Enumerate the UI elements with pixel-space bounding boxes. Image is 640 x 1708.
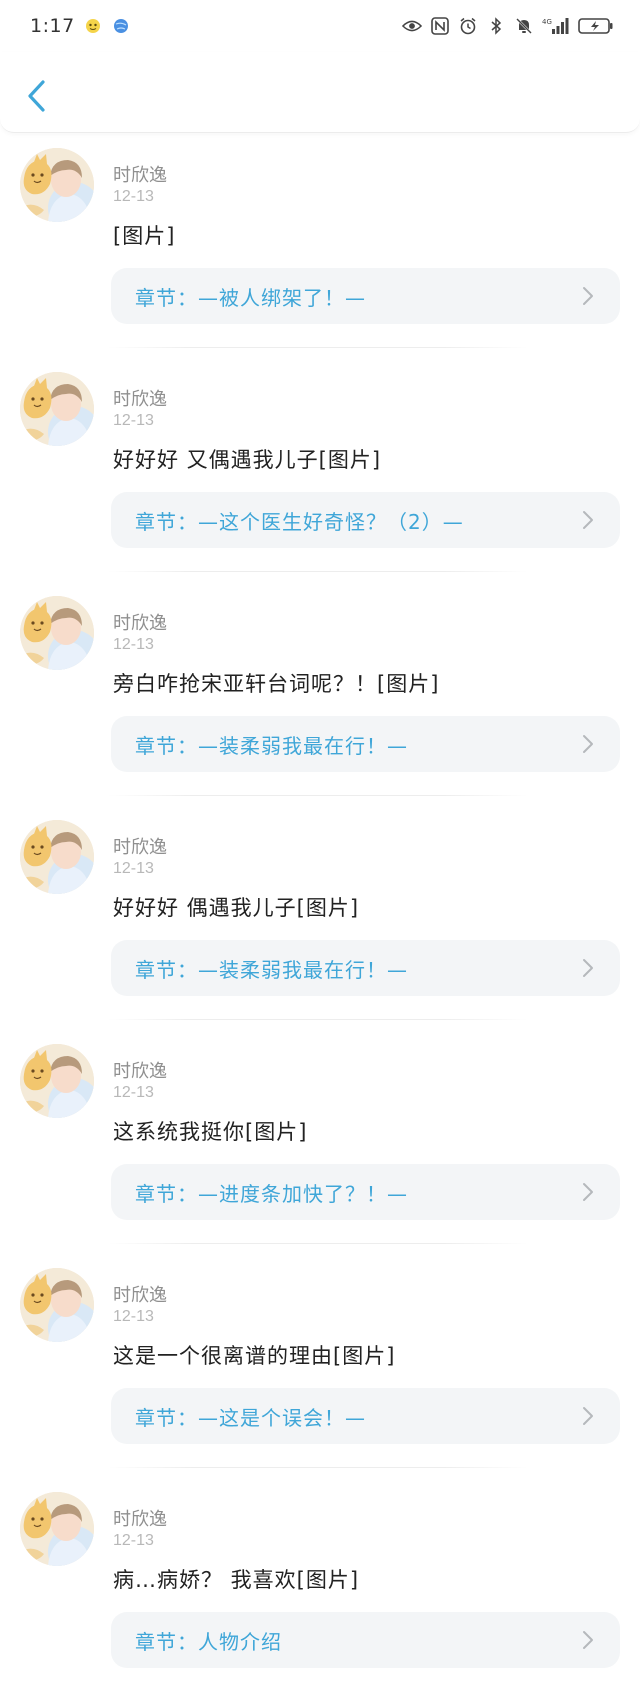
chevron-right-icon <box>580 1630 596 1650</box>
eye-icon <box>402 16 422 36</box>
comment-text: [图片] <box>113 224 176 248</box>
comment-author[interactable]: 时欣逸 <box>113 161 167 187</box>
avatar[interactable] <box>20 596 94 670</box>
comment-text: 病…病娇？ 我喜欢[图片] <box>113 1568 360 1592</box>
chapter-label: 章节：—装柔弱我最在行！— <box>135 957 408 982</box>
nfc-icon <box>430 16 450 36</box>
chapter-link[interactable]: 章节：—装柔弱我最在行！— <box>111 716 620 772</box>
chapter-link[interactable]: 章节：人物介绍 <box>111 1612 620 1668</box>
divider <box>108 1243 528 1244</box>
signal-icon: 4G <box>542 16 570 36</box>
comment-author[interactable]: 时欣逸 <box>113 1505 167 1531</box>
status-right: 4G <box>402 16 614 36</box>
bluetooth-icon <box>486 16 506 36</box>
comment-text: 好好好 偶遇我儿子[图片] <box>113 896 360 920</box>
chevron-left-icon <box>28 80 45 112</box>
chapter-link[interactable]: 章节：—进度条加快了？！— <box>111 1164 620 1220</box>
comment-date: 12-13 <box>113 1084 154 1101</box>
avatar[interactable] <box>20 820 94 894</box>
avatar[interactable] <box>20 148 94 222</box>
comment-date: 12-13 <box>113 412 154 429</box>
chevron-right-icon <box>580 510 596 530</box>
chapter-link[interactable]: 章节：—装柔弱我最在行！— <box>111 940 620 996</box>
comment-author[interactable]: 时欣逸 <box>113 385 167 411</box>
chapter-label: 章节：人物介绍 <box>135 1629 282 1654</box>
globe-icon <box>111 16 131 36</box>
divider <box>108 795 528 796</box>
divider <box>108 1019 528 1020</box>
chapter-link[interactable]: 章节：—这个医生好奇怪？（2）— <box>111 492 620 548</box>
avatar[interactable] <box>20 1268 94 1342</box>
comment-item: 时欣逸 12-13 好好好 又偶遇我儿子[图片] 章节：—这个医生好奇怪？（2）… <box>0 364 640 588</box>
chevron-right-icon <box>580 1182 596 1202</box>
mute-icon <box>514 16 534 36</box>
chapter-label: 章节：—进度条加快了？！— <box>135 1181 408 1206</box>
face-icon <box>83 16 103 36</box>
comment-item: 时欣逸 12-13 [图片] 章节：—被人绑架了！— <box>0 140 640 364</box>
comment-text: 好好好 又偶遇我儿子[图片] <box>113 448 382 472</box>
avatar[interactable] <box>20 1492 94 1566</box>
comment-text: 这系统我挺你[图片] <box>113 1120 308 1144</box>
divider <box>108 1467 528 1468</box>
comment-date: 12-13 <box>113 860 154 877</box>
comment-date: 12-13 <box>113 636 154 653</box>
status-time: 1:17 <box>30 15 75 37</box>
avatar[interactable] <box>20 1044 94 1118</box>
chevron-right-icon <box>580 286 596 306</box>
comment-author[interactable]: 时欣逸 <box>113 1057 167 1083</box>
divider <box>108 347 528 348</box>
comment-item: 时欣逸 12-13 旁白咋抢宋亚轩台词呢？！[图片] 章节：—装柔弱我最在行！— <box>0 588 640 812</box>
comment-date: 12-13 <box>113 188 154 205</box>
chevron-right-icon <box>580 958 596 978</box>
comment-date: 12-13 <box>113 1532 154 1549</box>
comment-author[interactable]: 时欣逸 <box>113 609 167 635</box>
back-button[interactable] <box>20 76 52 116</box>
comment-item: 时欣逸 12-13 好好好 偶遇我儿子[图片] 章节：—装柔弱我最在行！— <box>0 812 640 1036</box>
chapter-label: 章节：—被人绑架了！— <box>135 285 366 310</box>
chapter-link[interactable]: 章节：—被人绑架了！— <box>111 268 620 324</box>
chevron-right-icon <box>580 1406 596 1426</box>
divider <box>108 571 528 572</box>
network-label: 4G <box>542 18 552 26</box>
comment-item: 时欣逸 12-13 这系统我挺你[图片] 章节：—进度条加快了？！— <box>0 1036 640 1260</box>
comment-date: 12-13 <box>113 1308 154 1325</box>
status-bar: 1:17 4G <box>0 0 640 52</box>
avatar[interactable] <box>20 372 94 446</box>
top-nav-bar <box>0 52 640 133</box>
comment-item: 时欣逸 12-13 这是一个很离谱的理由[图片] 章节：—这是个误会！— <box>0 1260 640 1484</box>
comment-text: 旁白咋抢宋亚轩台词呢？！[图片] <box>113 672 440 696</box>
chapter-label: 章节：—这个医生好奇怪？（2）— <box>135 509 464 534</box>
battery-icon <box>578 16 614 36</box>
comment-author[interactable]: 时欣逸 <box>113 1281 167 1307</box>
comment-item: 时欣逸 12-13 病…病娇？ 我喜欢[图片] 章节：人物介绍 <box>0 1484 640 1708</box>
comment-text: 这是一个很离谱的理由[图片] <box>113 1344 396 1368</box>
chevron-right-icon <box>580 734 596 754</box>
chapter-label: 章节：—装柔弱我最在行！— <box>135 733 408 758</box>
chapter-label: 章节：—这是个误会！— <box>135 1405 366 1430</box>
alarm-icon <box>458 16 478 36</box>
chapter-link[interactable]: 章节：—这是个误会！— <box>111 1388 620 1444</box>
comment-author[interactable]: 时欣逸 <box>113 833 167 859</box>
comment-list: 时欣逸 12-13 [图片] 章节：—被人绑架了！— 时欣逸 12-13 好好好… <box>0 140 640 1708</box>
status-left: 1:17 <box>30 15 131 37</box>
